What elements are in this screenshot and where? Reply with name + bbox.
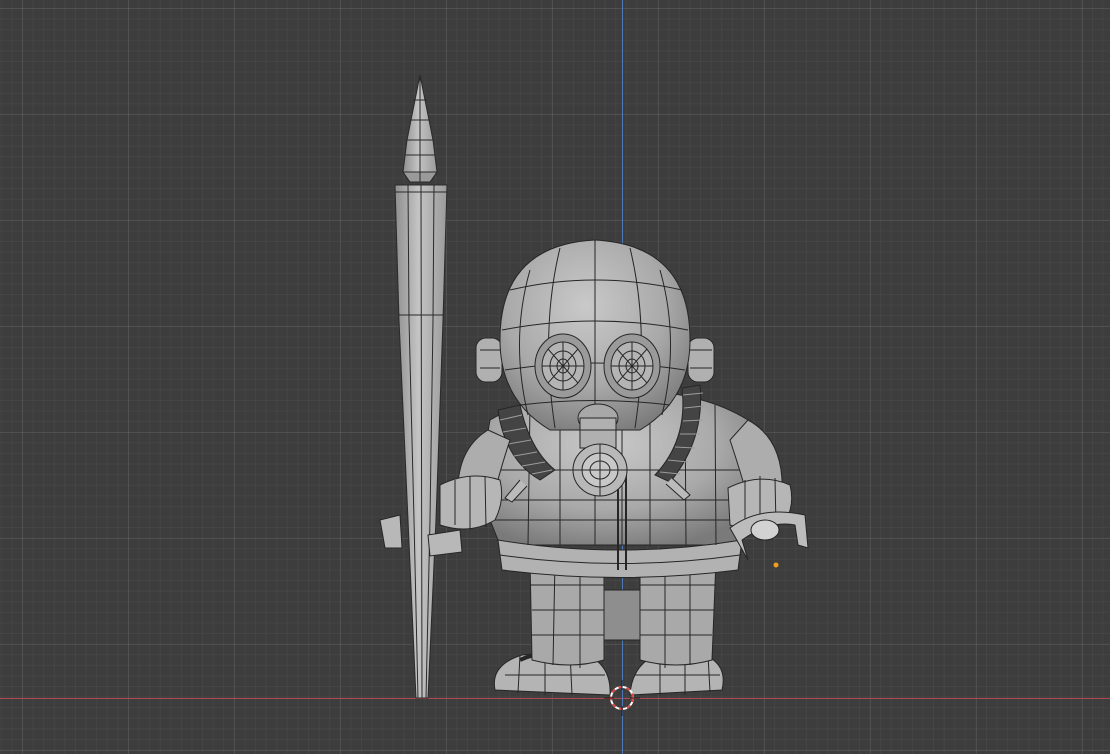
character-object[interactable] <box>379 239 809 696</box>
3d-viewport[interactable] <box>0 0 1110 754</box>
mask-eye-right <box>603 333 661 399</box>
object-origin-dot <box>773 562 779 568</box>
left-arm <box>379 429 511 557</box>
mask-eye-left <box>534 333 592 399</box>
right-arm <box>727 419 809 561</box>
scene-canvas[interactable] <box>0 0 1110 754</box>
spear-object[interactable] <box>394 74 448 699</box>
